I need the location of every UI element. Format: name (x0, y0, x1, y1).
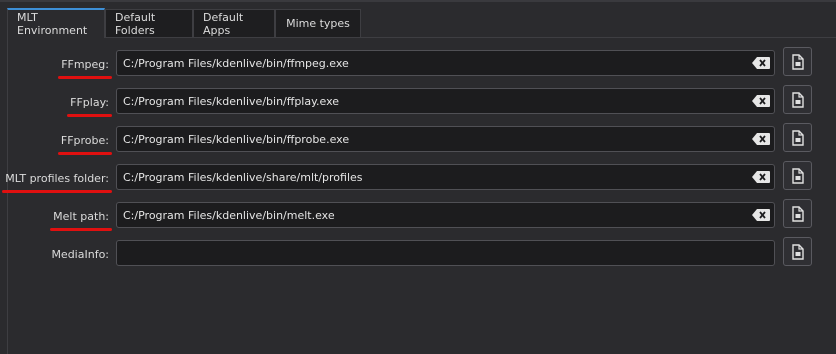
ffplay-row: FFplay: C:/Program Files/kdenlive/bin/ff… (0, 85, 836, 117)
clear-text-icon[interactable] (752, 171, 770, 183)
mlt-profiles-label-text: MLT profiles folder: (5, 171, 109, 185)
melt-path-input[interactable]: C:/Program Files/kdenlive/bin/melt.exe (116, 202, 775, 228)
melt-path-row: Melt path: C:/Program Files/kdenlive/bin… (0, 199, 836, 231)
ffmpeg-browse-button[interactable] (783, 47, 812, 76)
ffplay-path-value: C:/Program Files/kdenlive/bin/ffplay.exe (123, 94, 340, 108)
mediainfo-path-input[interactable] (116, 240, 775, 266)
highlight-underline (58, 76, 112, 79)
mlt-profiles-path-input[interactable]: C:/Program Files/kdenlive/share/mlt/prof… (116, 164, 775, 190)
mlt-profiles-row: MLT profiles folder: C:/Program Files/kd… (0, 161, 836, 193)
clear-text-icon[interactable] (752, 209, 770, 221)
open-file-icon (791, 205, 804, 222)
top-divider (0, 0, 836, 2)
highlight-underline (57, 152, 112, 155)
highlight-underline (2, 190, 112, 193)
mediainfo-label-text: MediaInfo: (51, 247, 109, 261)
ffplay-label: FFplay: (67, 88, 112, 117)
mediainfo-label: MediaInfo: (51, 240, 109, 268)
melt-path-label-text: Melt path: (53, 209, 109, 223)
melt-path-label: Melt path: (50, 202, 112, 231)
ffprobe-path-input[interactable]: C:/Program Files/kdenlive/bin/ffprobe.ex… (116, 126, 775, 152)
ffmpeg-label-text: FFmpeg: (61, 57, 109, 71)
tab-label: Default Folders (115, 10, 156, 37)
melt-path-value: C:/Program Files/kdenlive/bin/melt.exe (123, 208, 335, 222)
mlt-profiles-browse-button[interactable] (783, 161, 812, 190)
ffplay-browse-button[interactable] (783, 85, 812, 114)
ffprobe-label-text: FFprobe: (60, 133, 109, 147)
mediainfo-row: MediaInfo: (0, 237, 836, 268)
ffplay-label-text: FFplay: (70, 95, 109, 109)
tab-default-apps[interactable]: Default Apps (193, 9, 275, 37)
highlight-underline (67, 114, 112, 117)
ffprobe-label: FFprobe: (57, 126, 112, 155)
ffmpeg-path-input[interactable]: C:/Program Files/kdenlive/bin/ffmpeg.exe (116, 50, 775, 76)
ffprobe-path-value: C:/Program Files/kdenlive/bin/ffprobe.ex… (123, 132, 350, 146)
tab-label: Mime types (286, 17, 350, 30)
clear-text-icon[interactable] (752, 133, 770, 145)
settings-window: MLT Environment Default Folders Default … (0, 0, 836, 354)
open-file-icon (791, 167, 804, 184)
open-file-icon (791, 129, 804, 146)
tab-label: MLT Environment (17, 11, 88, 37)
open-file-icon (791, 243, 804, 260)
mediainfo-browse-button[interactable] (783, 237, 812, 266)
tab-mlt-environment[interactable]: MLT Environment (7, 8, 105, 38)
ffplay-path-input[interactable]: C:/Program Files/kdenlive/bin/ffplay.exe (116, 88, 775, 114)
ffmpeg-label: FFmpeg: (58, 50, 112, 79)
mlt-profiles-label: MLT profiles folder: (2, 164, 112, 193)
melt-path-browse-button[interactable] (783, 199, 812, 228)
tab-label: Default Apps (203, 10, 244, 37)
open-file-icon (791, 53, 804, 70)
mlt-profiles-path-value: C:/Program Files/kdenlive/share/mlt/prof… (123, 170, 363, 184)
tab-default-folders[interactable]: Default Folders (105, 9, 193, 37)
tab-bar: MLT Environment Default Folders Default … (7, 8, 361, 38)
ffprobe-browse-button[interactable] (783, 123, 812, 152)
clear-text-icon[interactable] (752, 95, 770, 107)
tab-mime-types[interactable]: Mime types (275, 9, 361, 37)
open-file-icon (791, 91, 804, 108)
ffprobe-row: FFprobe: C:/Program Files/kdenlive/bin/f… (0, 123, 836, 155)
ffmpeg-path-value: C:/Program Files/kdenlive/bin/ffmpeg.exe (123, 56, 349, 70)
clear-text-icon[interactable] (752, 57, 770, 69)
highlight-underline (50, 228, 112, 231)
tab-pane (7, 37, 836, 354)
ffmpeg-row: FFmpeg: C:/Program Files/kdenlive/bin/ff… (0, 47, 836, 79)
